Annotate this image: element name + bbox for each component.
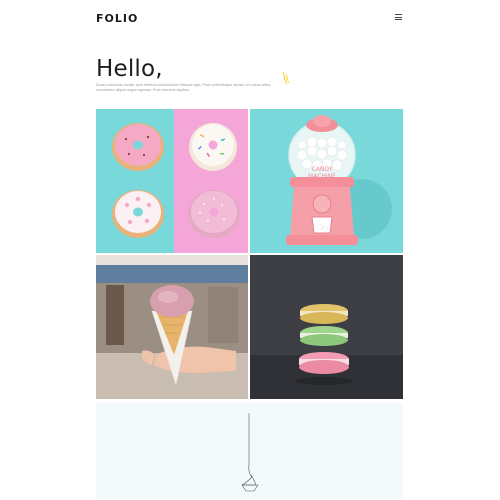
macarons-image bbox=[250, 255, 403, 399]
ice-cream-image bbox=[96, 255, 248, 399]
logo[interactable]: FOLIO bbox=[96, 12, 138, 25]
hanging-lamp-image bbox=[241, 413, 259, 492]
hero-intro: Donec commodo iaculis, quis eleifend con… bbox=[96, 83, 271, 92]
candy-label-line2: MACHINE bbox=[308, 173, 336, 180]
donuts-image bbox=[96, 109, 248, 253]
logo-text: FOLIO bbox=[96, 12, 139, 25]
portfolio-tile-donuts[interactable] bbox=[96, 109, 248, 253]
candy-label-line1: CANDY bbox=[312, 166, 333, 173]
portfolio-tile-candy-machine[interactable]: CANDY MACHINE bbox=[250, 109, 403, 253]
portfolio-tile-macarons[interactable] bbox=[250, 255, 403, 399]
portfolio-tile-hanging-lamp[interactable] bbox=[96, 403, 403, 499]
hero-title: Hello, bbox=[96, 56, 163, 82]
lightning-bolt-icon bbox=[282, 71, 290, 85]
site-header: FOLIO bbox=[0, 0, 500, 40]
candy-machine-image: CANDY MACHINE bbox=[286, 115, 392, 245]
hero-section: Hello, Donec commodo iaculis, quis eleif… bbox=[96, 56, 406, 93]
portfolio-tile-ice-cream[interactable] bbox=[96, 255, 248, 399]
hamburger-menu-icon[interactable] bbox=[395, 14, 402, 20]
